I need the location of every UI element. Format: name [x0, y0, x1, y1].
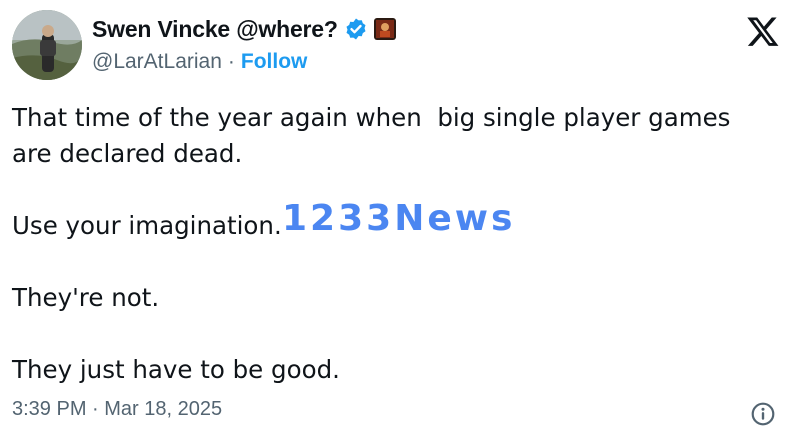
x-logo-icon[interactable]	[746, 14, 780, 48]
verified-badge-icon	[344, 17, 368, 41]
author-name-row: Swen Vincke @where?	[92, 14, 396, 44]
tweet-line: are declared dead.	[12, 139, 243, 168]
tweet-text: That time of the year again when big sin…	[12, 100, 782, 388]
author-display-name[interactable]: Swen Vincke @where?	[92, 16, 338, 43]
tweet-timestamp[interactable]: 3:39 PM · Mar 18, 2025	[12, 398, 222, 421]
avatar-image	[12, 10, 82, 80]
handle-separator: ·	[227, 50, 235, 73]
tweet-line: They just have to be good.	[12, 355, 340, 384]
affiliate-badge-icon[interactable]	[373, 18, 396, 40]
info-icon[interactable]	[750, 401, 776, 427]
watermark-text: 1233News	[282, 198, 516, 239]
tweet-card: Swen Vincke @where? @LarAtLarian · Follo…	[0, 0, 800, 439]
tweet-line: That time of the year again when big sin…	[12, 103, 731, 132]
follow-button[interactable]: Follow	[241, 50, 308, 74]
author-avatar[interactable]	[12, 10, 82, 80]
line-break	[12, 316, 782, 352]
author-handle-row: @LarAtLarian · Follow	[92, 48, 307, 76]
line-break	[12, 244, 782, 280]
tweet-line: They're not.	[12, 283, 160, 312]
author-handle[interactable]: @LarAtLarian	[92, 50, 222, 74]
